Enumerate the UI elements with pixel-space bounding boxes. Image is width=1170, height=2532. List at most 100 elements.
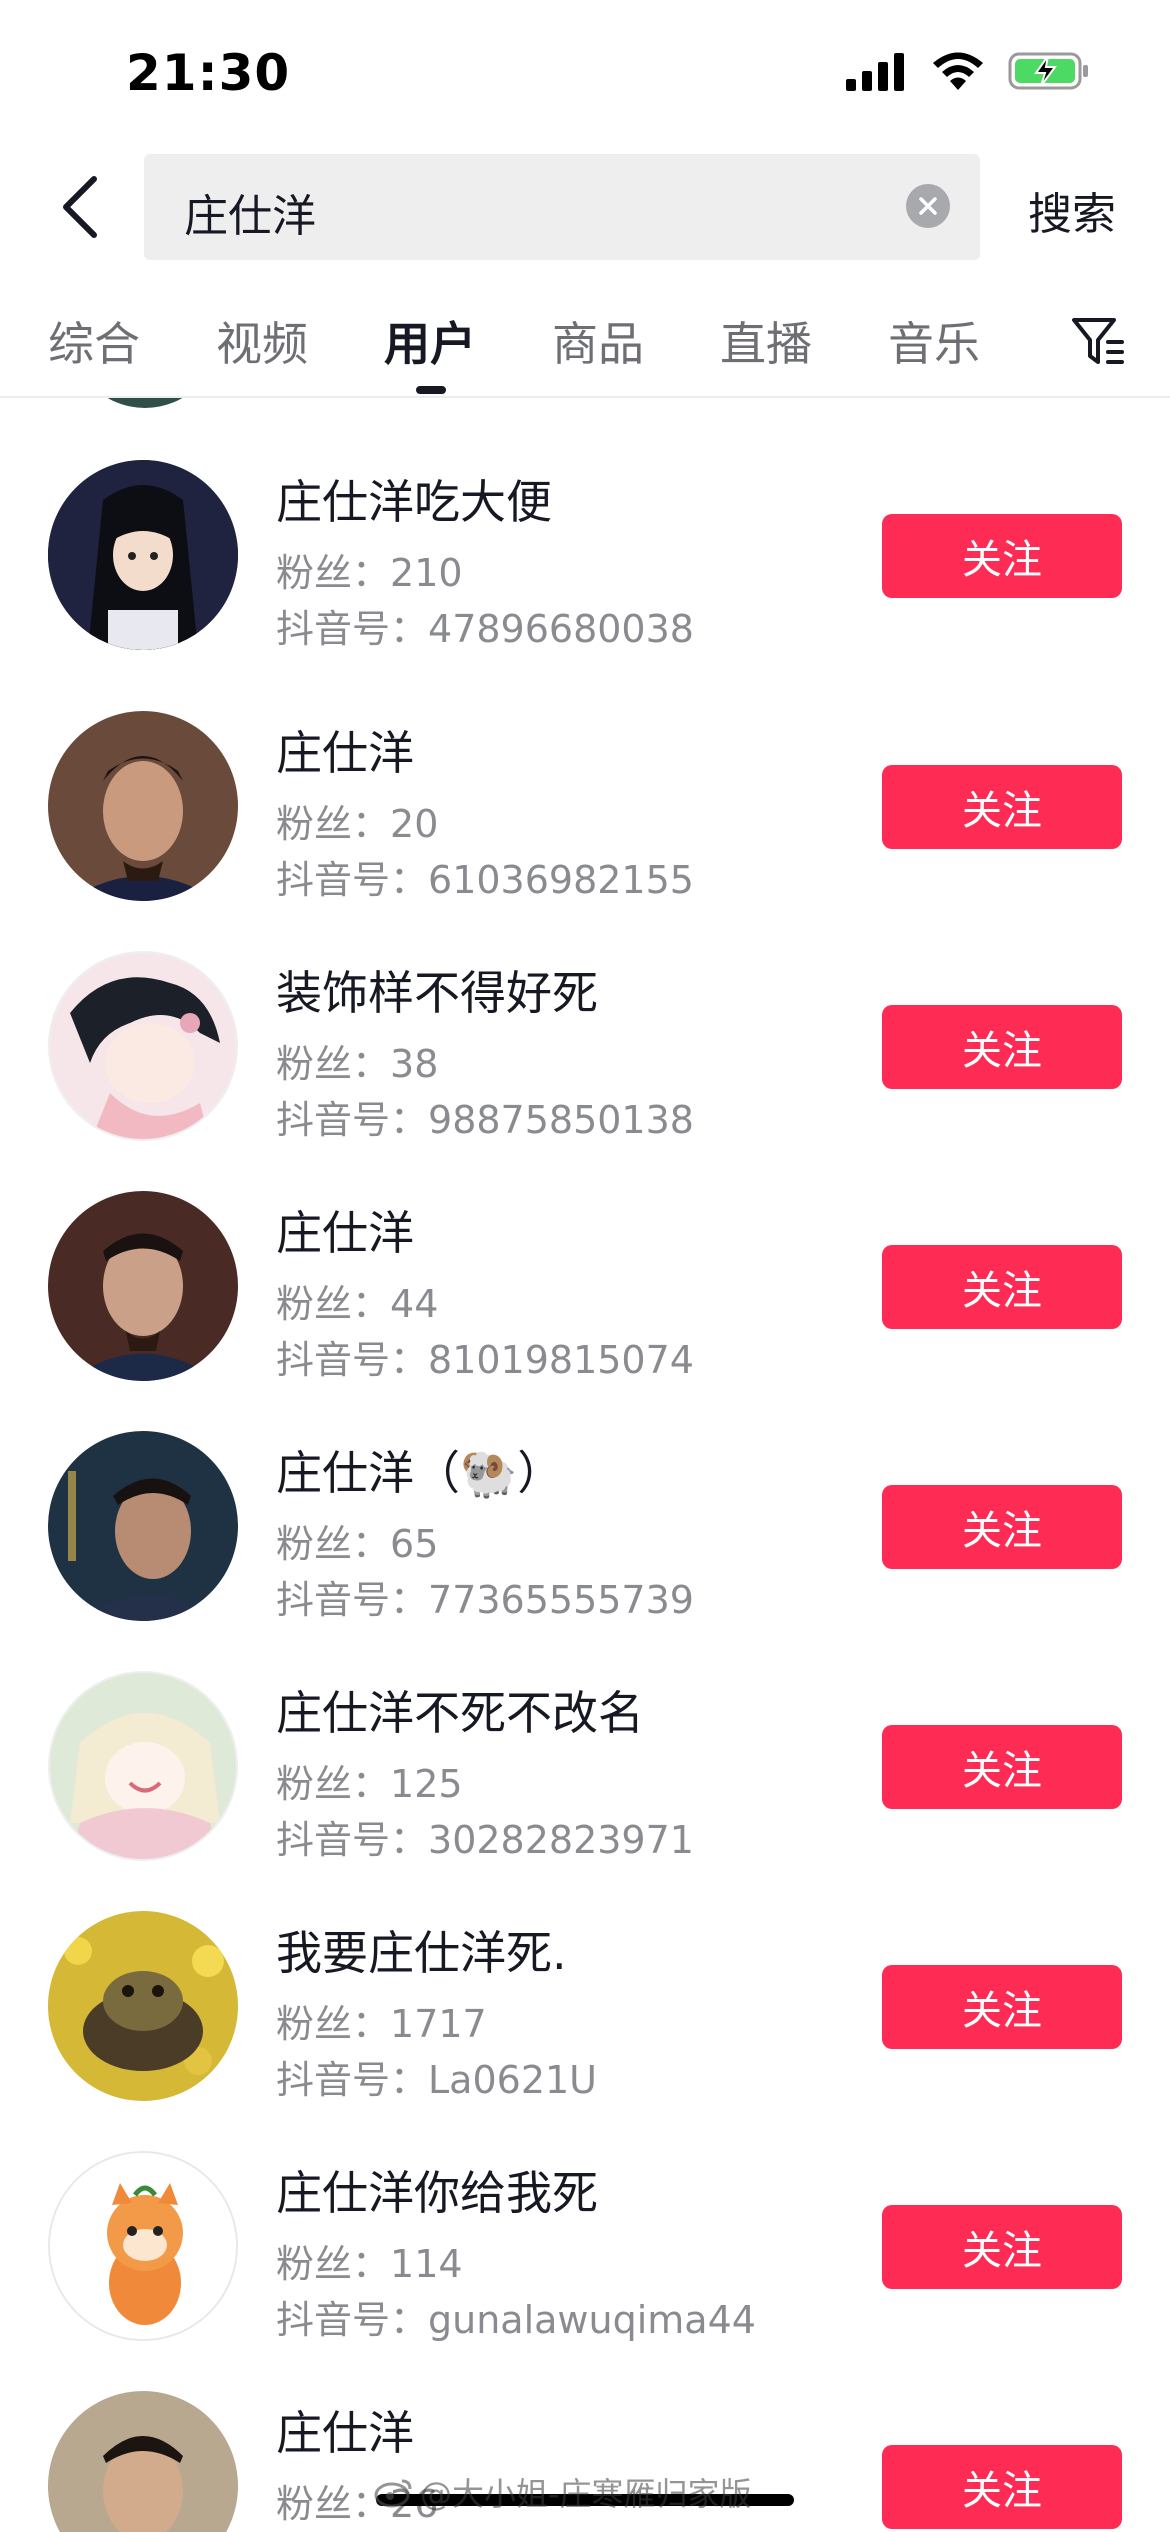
man-portrait-avatar-image [48, 2391, 238, 2532]
status-bar: 21:30 [0, 0, 1170, 140]
douyin-id-label: 抖音号： [276, 1578, 429, 1622]
follow-button[interactable]: 关注 [882, 514, 1122, 598]
status-time: 21:30 [126, 44, 291, 102]
user-result-row[interactable]: 庄仕洋你给我死 粉丝：114 抖音号：gunalawuqima44 关注 [0, 2151, 1170, 2371]
user-result-row[interactable]: 庄仕洋 粉丝：20 抖音号：61036982155 关注 [0, 711, 1170, 931]
search-tabs: 综合 视频 用户 商品 直播 音乐 [0, 300, 1170, 398]
douyin-id-value: gunalawuqima44 [428, 2298, 756, 2342]
douyin-id-value: 81019815074 [428, 1338, 694, 1382]
tab-users[interactable]: 用户 [384, 308, 476, 374]
follow-button[interactable]: 关注 [882, 765, 1122, 849]
user-result-row[interactable]: 庄仕洋不死不改名 粉丝：125 抖音号：30282823971 关注 [0, 1671, 1170, 1891]
clear-icon [919, 197, 937, 215]
user-name: 庄仕洋 [276, 1206, 414, 1260]
clear-search-button[interactable] [906, 184, 950, 228]
watermark-text: @大小姐-庄寒雁归家版 [420, 2475, 752, 2513]
user-name: 庄仕洋 [276, 2406, 414, 2460]
fans-value: 65 [390, 1522, 439, 1566]
search-input[interactable]: 庄仕洋 [144, 154, 980, 260]
avatar[interactable] [48, 951, 238, 1141]
avatar[interactable] [48, 1431, 238, 1621]
fans-label: 粉丝： [276, 2482, 391, 2526]
anime-girl-avatar-image [50, 1673, 236, 1859]
user-name: 庄仕洋 [276, 726, 414, 780]
douyin-id-label: 抖音号： [276, 607, 429, 651]
active-tab-indicator [416, 386, 446, 394]
search-button[interactable]: 搜索 [1028, 178, 1116, 242]
user-name: 装饰样不得好死 [276, 966, 598, 1020]
follow-button[interactable]: 关注 [882, 2445, 1122, 2529]
back-button[interactable] [50, 172, 110, 242]
anime-illustration-avatar-image [50, 953, 236, 1139]
orange-cat-toy-avatar-image [50, 2153, 236, 2339]
douyin-id: 抖音号：98875850138 [276, 1089, 694, 1144]
battery-charging-icon [1008, 52, 1088, 90]
follow-button[interactable]: 关注 [882, 1725, 1122, 1809]
follow-button[interactable]: 关注 [882, 1245, 1122, 1329]
douyin-id-value: 98875850138 [428, 1098, 694, 1142]
tab-comprehensive[interactable]: 综合 [48, 308, 140, 374]
avatar[interactable] [48, 1671, 238, 1861]
avatar[interactable] [48, 1191, 238, 1381]
douyin-id: 抖音号：81019815074 [276, 1329, 694, 1384]
tab-music[interactable]: 音乐 [888, 308, 980, 374]
search-query-text: 庄仕洋 [184, 191, 316, 242]
fans-count: 粉丝：125 [276, 1753, 463, 1808]
douyin-id-label: 抖音号： [276, 858, 429, 902]
douyin-id: 抖音号：77365555739 [276, 1569, 694, 1624]
douyin-id-value: 30282823971 [428, 1818, 694, 1862]
filter-button[interactable] [1070, 312, 1126, 372]
fans-label: 粉丝： [276, 1522, 391, 1566]
follow-button[interactable]: 关注 [882, 1005, 1122, 1089]
fans-count: 粉丝：65 [276, 1513, 438, 1568]
douyin-id-value: 47896680038 [428, 607, 694, 651]
tab-live[interactable]: 直播 [720, 308, 812, 374]
fans-label: 粉丝： [276, 1282, 391, 1326]
user-result-row[interactable]: 我要庄仕洋死. 粉丝：1717 抖音号：La0621U 关注 [0, 1911, 1170, 2131]
follow-button[interactable]: 关注 [882, 1485, 1122, 1569]
user-name: 庄仕洋吃大便 [276, 475, 552, 529]
fans-label: 粉丝： [276, 1042, 391, 1086]
follow-button[interactable]: 关注 [882, 1965, 1122, 2049]
fans-value: 125 [390, 1762, 463, 1806]
man-portrait-avatar-image [48, 1191, 238, 1381]
anime-girl-avatar-image [48, 460, 238, 650]
fans-value: 210 [390, 551, 463, 595]
fans-count: 粉丝：38 [276, 1033, 438, 1088]
avatar[interactable] [48, 460, 238, 650]
avatar[interactable] [48, 711, 238, 901]
fans-count: 粉丝：1717 [276, 1993, 487, 2048]
douyin-id: 抖音号：61036982155 [276, 849, 694, 904]
douyin-id: 抖音号：La0621U [276, 2049, 597, 2104]
douyin-id-value: 61036982155 [428, 858, 694, 902]
user-result-row[interactable]: 庄仕洋吃大便 粉丝：210 抖音号：47896680038 关注 [0, 460, 1170, 680]
fans-count: 粉丝：20 [276, 793, 438, 848]
fans-value: 38 [390, 1042, 439, 1086]
toad-in-flowers-avatar-image [48, 1911, 238, 2101]
status-icons [846, 50, 1090, 92]
fans-label: 粉丝： [276, 1762, 391, 1806]
weibo-icon [374, 2479, 412, 2508]
avatar[interactable] [48, 1911, 238, 2101]
avatar[interactable] [48, 2151, 238, 2341]
douyin-id-label: 抖音号： [276, 2058, 429, 2102]
douyin-id: 抖音号：30282823971 [276, 1809, 694, 1864]
fans-count: 粉丝：114 [276, 2233, 463, 2288]
douyin-id: 抖音号：47896680038 [276, 598, 694, 653]
tab-products[interactable]: 商品 [552, 308, 644, 374]
user-result-row[interactable]: 庄仕洋（🐏） 粉丝：65 抖音号：77365555739 关注 [0, 1431, 1170, 1651]
avatar[interactable] [48, 2391, 238, 2532]
douyin-id-value: 77365555739 [428, 1578, 694, 1622]
tab-video[interactable]: 视频 [216, 308, 308, 374]
douyin-id-label: 抖音号： [276, 1098, 429, 1142]
avatar[interactable] [70, 398, 220, 408]
user-name: 庄仕洋你给我死 [276, 2166, 598, 2220]
douyin-id-value: La0621U [428, 2058, 597, 2102]
filter-icon [1072, 318, 1124, 364]
watermark: @大小姐-庄寒雁归家版 [374, 2470, 794, 2514]
user-name: 我要庄仕洋死. [276, 1926, 567, 1980]
follow-button[interactable]: 关注 [882, 2205, 1122, 2289]
user-result-row[interactable]: 装饰样不得好死 粉丝：38 抖音号：98875850138 关注 [0, 951, 1170, 1171]
douyin-id-label: 抖音号： [276, 1338, 429, 1382]
user-result-row[interactable]: 庄仕洋 粉丝：44 抖音号：81019815074 关注 [0, 1191, 1170, 1411]
